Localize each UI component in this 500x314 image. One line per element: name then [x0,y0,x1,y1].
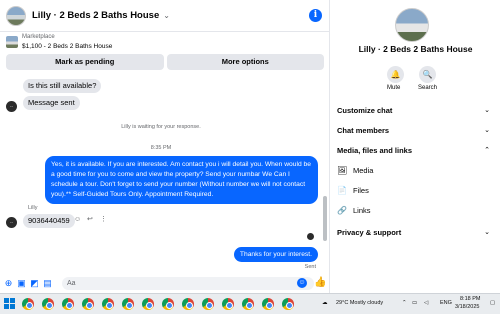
mark-pending-button[interactable]: Mark as pending [6,54,164,70]
tray-chevron-icon[interactable]: ⌃ [402,300,407,306]
media-row[interactable]: 🖼 Media [337,164,494,178]
more-options-button[interactable]: More options [166,54,324,70]
listing-thumbnail [6,36,18,48]
search-icon[interactable]: 🔍 [419,66,436,83]
chat-pane: Lilly · 2 Beds 2 Baths House ⌄ i Marketp… [0,0,330,293]
chat-title[interactable]: Lilly · 2 Beds 2 Baths House [32,10,159,21]
listing-actions: Mark as pending More options [0,54,330,70]
info-icon[interactable]: i [309,9,322,22]
file-icon: 📄 [337,186,347,195]
links-row[interactable]: 🔗 Links [337,204,494,218]
marketplace-label: Marketplace [22,34,55,40]
chrome-icon[interactable] [222,298,234,310]
waiting-notice: Lilly is waiting for your response. [121,124,201,130]
privacy-support-row[interactable]: Privacy & support ⌄ [337,226,494,240]
chrome-icon[interactable] [122,298,134,310]
sender-avatar: ꟷ [6,101,17,112]
chrome-icon[interactable] [262,298,274,310]
chrome-icon[interactable] [202,298,214,310]
chrome-icon[interactable] [82,298,94,310]
composer: ⊕ ▣ ◩ ▤ Aa ☺ 👍 [0,273,330,293]
incoming-message: Message sent [23,96,80,110]
message-list: Is this still available? ꟷ Message sent … [0,76,322,273]
chrome-icon[interactable] [142,298,154,310]
sender-name: Lilly [28,205,38,211]
search-label: Search [418,85,438,91]
chrome-icon[interactable] [282,298,294,310]
chrome-icon[interactable] [22,298,34,310]
bell-icon[interactable]: 🔔 [387,66,404,83]
sticker-icon[interactable]: ◩ [30,278,39,288]
gif-icon[interactable]: ▤ [43,278,52,288]
message-scrollbar[interactable] [323,76,327,273]
sender-avatar: ꟷ [6,217,17,228]
emoji-icon[interactable]: ☺ [297,278,307,288]
marketplace-listing[interactable]: Marketplace $1,100 - 2 Beds 2 Baths Hous… [0,32,330,52]
chevron-down-icon[interactable]: ⌄ [163,11,170,20]
more-icon[interactable]: ⋮ [100,215,107,223]
chrome-icon[interactable] [102,298,114,310]
incoming-phone-message: 9036440459 [23,214,75,228]
weather-icon[interactable]: ☁ [322,300,328,306]
listing-avatar-large [395,8,429,42]
chevron-up-icon: ⌃ [484,147,490,154]
chrome-icon[interactable] [42,298,54,310]
language-indicator[interactable]: ENG [440,300,452,306]
chrome-icon[interactable] [62,298,74,310]
chevron-down-icon: ⌄ [484,107,490,114]
seen-avatar [307,233,314,240]
chat-header: Lilly · 2 Beds 2 Baths House ⌄ i [0,0,330,32]
details-title: Lilly · 2 Beds 2 Baths House [358,44,473,54]
chrome-icon[interactable] [162,298,174,310]
customize-chat-row[interactable]: Customize chat ⌄ [337,104,494,118]
outgoing-message: Thanks for your interest. [233,247,318,262]
sent-status: Sent [304,264,316,270]
volume-icon[interactable]: ◁ [424,300,428,306]
chat-members-row[interactable]: Chat members ⌄ [337,124,494,138]
media-icon: 🖼 [337,166,348,175]
link-icon: 🔗 [337,206,347,215]
react-icon[interactable]: ☺ [74,216,81,223]
clock-date[interactable]: 3/18/2025 [455,304,479,310]
reply-icon[interactable]: ↩ [87,215,93,223]
listing-avatar[interactable] [6,5,26,26]
notification-icon[interactable]: ▢ [490,300,495,306]
messenger-window: Lilly · 2 Beds 2 Baths House ⌄ i Marketp… [0,0,500,293]
mute-label: Mute [387,85,401,91]
clock-time[interactable]: 8:18 PM [460,296,480,302]
message-input[interactable]: Aa [62,277,314,290]
chevron-down-icon: ⌄ [484,127,490,134]
windows-start-icon[interactable] [4,298,15,309]
listing-price-title: $1,100 - 2 Beds 2 Baths House [22,43,113,50]
files-row[interactable]: 📄 Files [337,184,494,198]
chrome-icon[interactable] [242,298,254,310]
network-icon[interactable]: ▭ [412,300,417,306]
outgoing-message: Yes, it is available. If you are interes… [45,156,318,204]
windows-taskbar: ☁ 29°C Mostly cloudy ⌃ ▭ ◁ ENG 8:18 PM 3… [0,293,500,314]
plus-icon[interactable]: ⊕ [4,278,13,288]
conversation-details: Lilly · 2 Beds 2 Baths House 🔔 Mute 🔍 Se… [331,0,500,293]
incoming-message: Is this still available? [23,79,102,93]
media-files-links-row[interactable]: Media, files and links ⌃ [337,144,494,158]
thumbs-up-icon[interactable]: 👍 [314,277,326,288]
message-timestamp: 8:35 PM [150,145,172,151]
image-icon[interactable]: ▣ [17,278,26,288]
chevron-down-icon: ⌄ [484,229,490,236]
weather-text[interactable]: 29°C Mostly cloudy [336,300,383,306]
chrome-icon[interactable] [182,298,194,310]
